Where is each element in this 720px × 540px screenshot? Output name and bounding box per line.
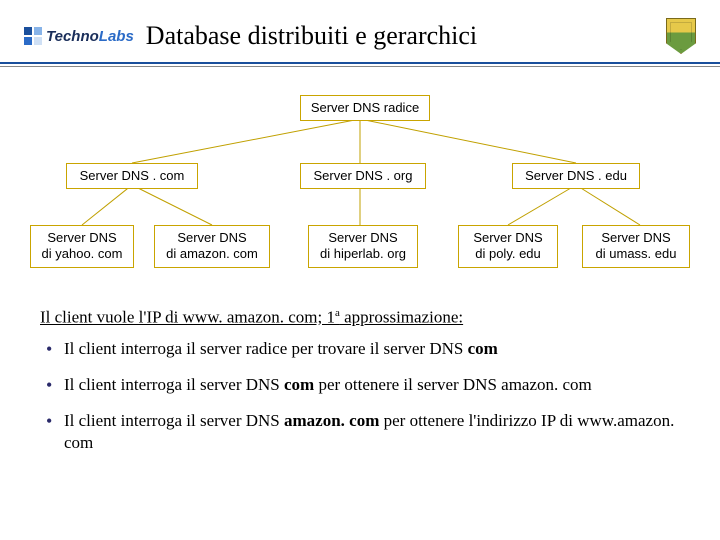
node-umass: Server DNS di umass. edu bbox=[582, 225, 690, 268]
page-title: Database distribuiti e gerarchici bbox=[146, 21, 654, 51]
node-yahoo: Server DNS di yahoo. com bbox=[30, 225, 134, 268]
body-content: Il client vuole l'IP di www. amazon. com… bbox=[0, 285, 720, 454]
list-item: Il client interroga il server DNS com pe… bbox=[46, 374, 676, 396]
bullet-2-pre: Il client interroga il server DNS bbox=[64, 375, 284, 394]
technolabs-logo: TechnoLabs bbox=[24, 27, 134, 45]
bullet-list: Il client interroga il server radice per… bbox=[40, 338, 680, 454]
lead-text: Il client vuole l'IP di www. amazon. com… bbox=[40, 307, 680, 328]
node-poly: Server DNS di poly. edu bbox=[458, 225, 558, 268]
logo-mark bbox=[24, 27, 42, 45]
header-divider bbox=[0, 62, 720, 67]
node-amazon: Server DNS di amazon. com bbox=[154, 225, 270, 268]
list-item: Il client interroga il server DNS amazon… bbox=[46, 410, 676, 454]
node-tld-org: Server DNS . org bbox=[300, 163, 426, 189]
logo-word-1: Techno bbox=[46, 28, 99, 45]
node-tld-com: Server DNS . com bbox=[66, 163, 198, 189]
bullet-2-bold: com bbox=[284, 375, 314, 394]
bullet-1-bold: com bbox=[468, 339, 498, 358]
logo-word-2: Labs bbox=[99, 28, 134, 45]
crest-icon bbox=[666, 18, 696, 54]
dns-tree: Server DNS radice Server DNS . com Serve… bbox=[0, 85, 720, 285]
logo-text: TechnoLabs bbox=[46, 28, 134, 45]
bullet-3-bold: amazon. com bbox=[284, 411, 379, 430]
bullet-3-pre: Il client interroga il server DNS bbox=[64, 411, 284, 430]
node-hiperlab: Server DNS di hiperlab. org bbox=[308, 225, 418, 268]
lead-post: approssimazione: bbox=[340, 308, 463, 327]
header: TechnoLabs Database distribuiti e gerarc… bbox=[0, 0, 720, 62]
bullet-2-post: per ottenere il server DNS amazon. com bbox=[314, 375, 592, 394]
bullet-1-text: Il client interroga il server radice per… bbox=[64, 339, 468, 358]
node-tld-edu: Server DNS . edu bbox=[512, 163, 640, 189]
list-item: Il client interroga il server radice per… bbox=[46, 338, 676, 360]
lead-pre: Il client vuole l'IP di www. amazon. com… bbox=[40, 308, 335, 327]
node-root: Server DNS radice bbox=[300, 95, 430, 121]
